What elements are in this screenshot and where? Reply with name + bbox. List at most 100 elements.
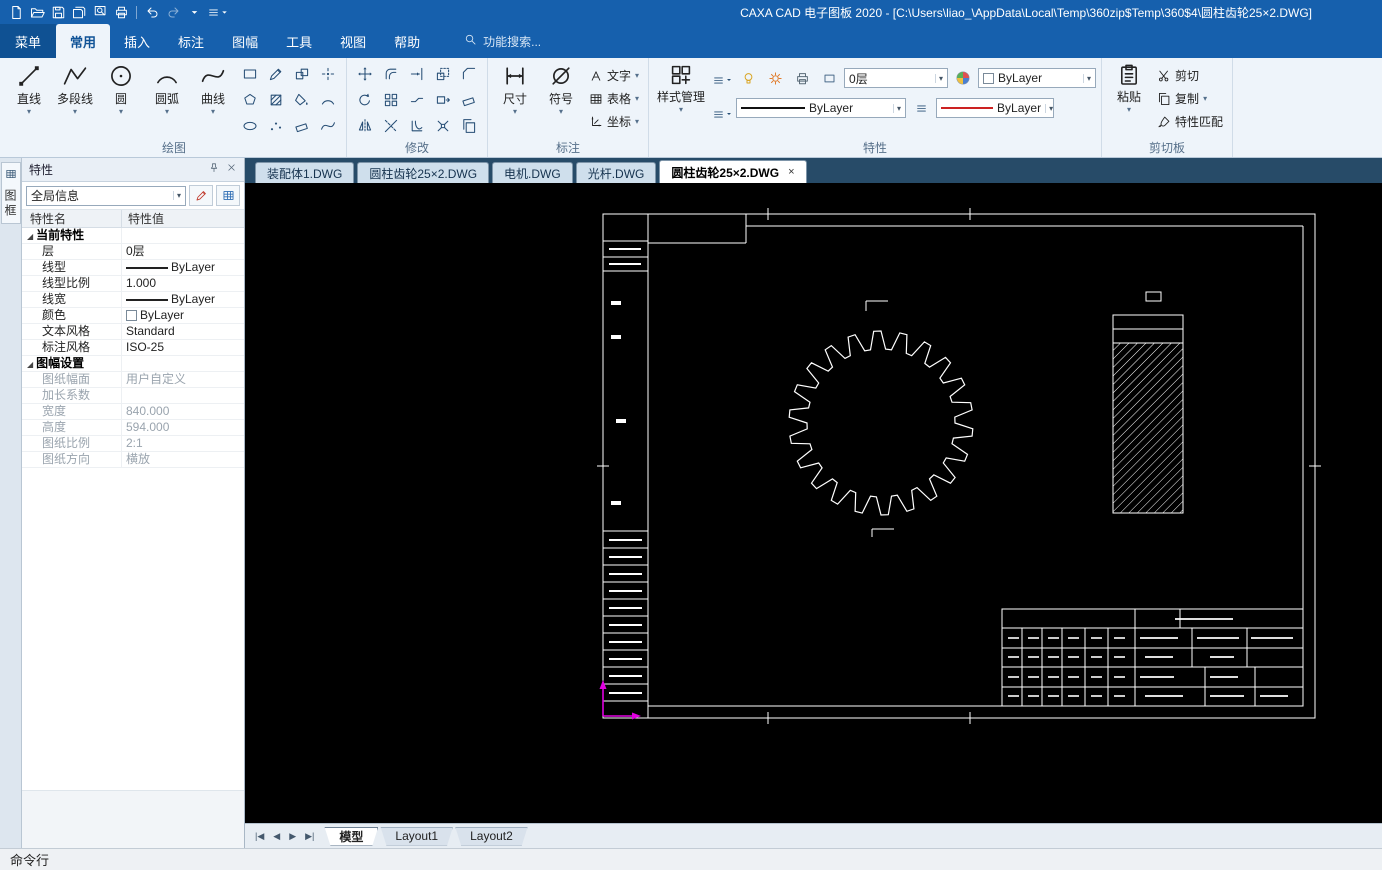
tool-curve-button[interactable]: [316, 114, 340, 138]
tool-corner-button[interactable]: [405, 114, 429, 138]
clipboard-copy-button[interactable]: 复制 ▾: [1153, 89, 1227, 108]
color-dropdown[interactable]: ByLayer ▾: [978, 68, 1097, 88]
draw-arc-button[interactable]: 圆弧 ▾: [145, 59, 189, 116]
prop-row-线型[interactable]: 线型 ByLayer: [22, 260, 244, 276]
customize-toolbar-button[interactable]: [205, 2, 231, 22]
prop-row-加长系数[interactable]: 加长系数: [22, 388, 244, 404]
color-wheel-button[interactable]: [951, 66, 975, 90]
list-options-button[interactable]: [710, 68, 734, 92]
prop-row-线型比例[interactable]: 线型比例 1.000: [22, 276, 244, 292]
annotate-symbol-button[interactable]: 符号 ▾: [539, 59, 583, 116]
new-file-button[interactable]: [6, 2, 26, 22]
style-manager-button[interactable]: 样式管理 ▾: [654, 59, 708, 114]
clipboard-brush-button[interactable]: 特性匹配: [1153, 112, 1227, 131]
tool-extend-button[interactable]: [405, 62, 429, 86]
tool-ellipse-button[interactable]: [238, 114, 262, 138]
prop-row-线宽[interactable]: 线宽 ByLayer: [22, 292, 244, 308]
pin-panel-button[interactable]: [208, 162, 220, 177]
prop-row-当前特性[interactable]: ◢ 当前特性: [22, 228, 244, 244]
prop-row-图纸比例[interactable]: 图纸比例 2:1: [22, 436, 244, 452]
clipboard-scissors-button[interactable]: 剪切: [1153, 66, 1227, 85]
print-preview-button[interactable]: [90, 2, 110, 22]
prop-row-文本风格[interactable]: 文本风格 Standard: [22, 324, 244, 340]
prop-row-图纸方向[interactable]: 图纸方向 横放: [22, 452, 244, 468]
tool-eraser-button[interactable]: [457, 88, 481, 112]
menu-tab-视图[interactable]: 视图: [326, 24, 380, 58]
document-tab[interactable]: 圆柱齿轮25×2.DWG ×: [659, 160, 807, 183]
save-all-button[interactable]: [69, 2, 89, 22]
layer-visibility-button[interactable]: [736, 66, 760, 90]
layout-tab-Layout2[interactable]: Layout2: [455, 827, 528, 846]
prop-row-图纸幅面[interactable]: 图纸幅面 用户自定义: [22, 372, 244, 388]
last-sheet-button[interactable]: ▶|: [305, 831, 314, 842]
annotate-coord-button[interactable]: 坐标 ▾: [585, 112, 643, 131]
tool-point-button[interactable]: [316, 62, 340, 86]
layout-tab-模型[interactable]: 模型: [324, 827, 378, 846]
tool-chamfer-button[interactable]: [457, 62, 481, 86]
tool-eraser-button[interactable]: [290, 114, 314, 138]
grid-view-button[interactable]: [216, 185, 240, 206]
tool-hatch-button[interactable]: [264, 88, 288, 112]
save-button[interactable]: [48, 2, 68, 22]
print-button[interactable]: [111, 2, 131, 22]
layer-freeze-button[interactable]: [763, 66, 787, 90]
prop-row-高度[interactable]: 高度 594.000: [22, 420, 244, 436]
prop-row-图幅设置[interactable]: ◢ 图幅设置: [22, 356, 244, 372]
document-tab[interactable]: 装配体1.DWG: [255, 162, 355, 183]
prop-row-宽度[interactable]: 宽度 840.000: [22, 404, 244, 420]
close-tab-icon[interactable]: ×: [788, 166, 794, 178]
qat-dropdown-button[interactable]: [184, 2, 204, 22]
menu-tab-常用[interactable]: 常用: [56, 24, 111, 58]
tool-mirror-button[interactable]: [353, 114, 377, 138]
tool-rotate-button[interactable]: [353, 88, 377, 112]
tool-explode-button[interactable]: [431, 114, 455, 138]
side-tab-frame-library[interactable]: 图框: [0, 162, 21, 224]
tool-dots-button[interactable]: [264, 114, 288, 138]
layout-tab-Layout1[interactable]: Layout1: [380, 827, 453, 846]
tool-polygon-button[interactable]: [238, 88, 262, 112]
tool-block-button[interactable]: [290, 62, 314, 86]
layer-lock-button[interactable]: [817, 66, 841, 90]
tool-fillcan-button[interactable]: [290, 88, 314, 112]
menu-tab-工具[interactable]: 工具: [272, 24, 326, 58]
prop-row-标注风格[interactable]: 标注风格 ISO-25: [22, 340, 244, 356]
open-file-button[interactable]: [27, 2, 47, 22]
command-bar[interactable]: 命令行: [0, 848, 1382, 870]
undo-button[interactable]: [142, 2, 162, 22]
drawing-canvas[interactable]: [245, 183, 1382, 823]
close-panel-button[interactable]: [226, 162, 237, 177]
tool-rect-button[interactable]: [238, 62, 262, 86]
draw-polyline-button[interactable]: 多段线 ▾: [53, 59, 97, 116]
tool-copy-button[interactable]: [457, 114, 481, 138]
tool-breakk-button[interactable]: [405, 88, 429, 112]
paste-button[interactable]: 粘贴 ▾: [1107, 59, 1151, 114]
linewidth-options-button[interactable]: [909, 96, 933, 120]
draw-curve-button[interactable]: 曲线 ▾: [191, 59, 235, 116]
menu-tab-帮助[interactable]: 帮助: [380, 24, 434, 58]
prev-sheet-button[interactable]: ◀: [273, 831, 280, 842]
document-tab[interactable]: 电机.DWG: [492, 162, 573, 183]
expander-icon[interactable]: ◢: [27, 229, 33, 243]
draw-line-button[interactable]: 直线 ▾: [7, 59, 51, 116]
linewidth-dropdown[interactable]: ByLayer ▾: [936, 98, 1055, 118]
line-options-button[interactable]: [710, 102, 734, 126]
prop-row-颜色[interactable]: 颜色 ByLayer: [22, 308, 244, 324]
prop-row-层[interactable]: 层 0层: [22, 244, 244, 260]
tool-move-button[interactable]: [353, 62, 377, 86]
tool-stretch-button[interactable]: [431, 88, 455, 112]
tool-trim-button[interactable]: [379, 114, 403, 138]
tool-array-button[interactable]: [379, 88, 403, 112]
annotate-texta-button[interactable]: 文字 ▾: [585, 66, 643, 85]
redo-button[interactable]: [163, 2, 183, 22]
layer-dropdown[interactable]: 0层 ▾: [844, 68, 949, 88]
expander-icon[interactable]: ◢: [27, 357, 33, 371]
menu-tab-标注[interactable]: 标注: [164, 24, 218, 58]
annotate-tableic-button[interactable]: 表格 ▾: [585, 89, 643, 108]
tool-scale-button[interactable]: [431, 62, 455, 86]
menu-button[interactable]: 菜单: [0, 24, 57, 58]
global-info-dropdown[interactable]: 全局信息 ▾: [26, 185, 186, 206]
layer-plot-button[interactable]: [790, 66, 814, 90]
annotate-dim-button[interactable]: 尺寸 ▾: [493, 59, 537, 116]
function-search-input[interactable]: 功能搜索...: [464, 24, 541, 58]
document-tab[interactable]: 光杆.DWG: [575, 162, 657, 183]
